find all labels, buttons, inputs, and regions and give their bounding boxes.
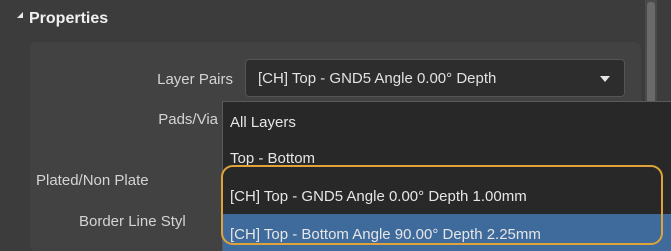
layer-pairs-dropdown-list: All Layers Top - Bottom [CH] Top - GND5 … <box>222 101 671 251</box>
layer-pairs-value: [CH] Top - GND5 Angle 0.00° Depth <box>258 70 497 87</box>
layer-pairs-combobox[interactable]: [CH] Top - GND5 Angle 0.00° Depth <box>245 59 625 97</box>
dropdown-option-all-layers[interactable]: All Layers <box>230 114 296 131</box>
section-title: Properties <box>29 10 109 27</box>
chevron-down-icon[interactable] <box>600 76 610 82</box>
triangle-down-icon[interactable] <box>17 12 23 18</box>
layer-pairs-label: Layer Pairs <box>157 71 233 88</box>
dropdown-option-ch-top-bottom[interactable]: [CH] Top - Bottom Angle 90.00° Depth 2.2… <box>230 226 541 243</box>
border-line-style-label: Border Line Styl <box>79 213 186 230</box>
properties-panel-root: Properties Layer Pairs Pads/Via Plated/N… <box>0 0 671 251</box>
dropdown-option-top-bottom[interactable]: Top - Bottom <box>230 150 315 167</box>
properties-section-header[interactable]: Properties <box>0 0 671 40</box>
pads-via-label: Pads/Via <box>158 111 218 128</box>
plated-non-plated-label: Plated/Non Plate <box>36 172 149 189</box>
dropdown-option-ch-top-gnd5[interactable]: [CH] Top - GND5 Angle 0.00° Depth 1.00mm <box>230 188 527 205</box>
